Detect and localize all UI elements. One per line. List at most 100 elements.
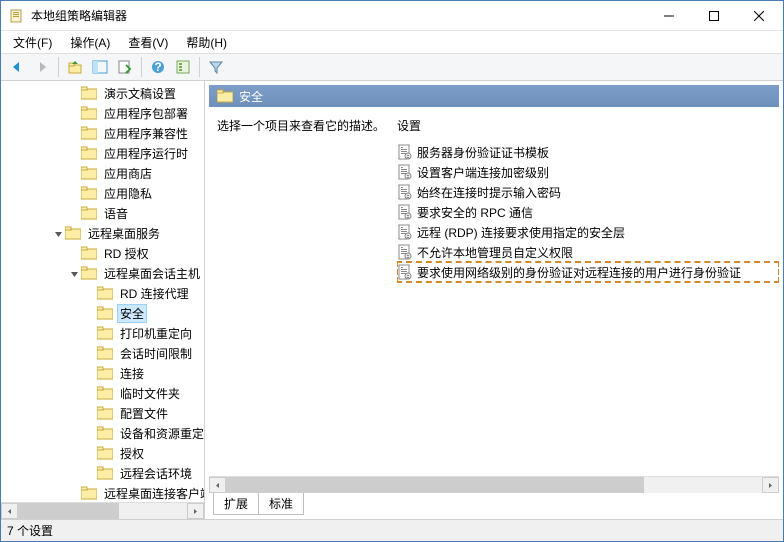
folder-icon — [97, 306, 113, 320]
scroll-track[interactable] — [18, 503, 187, 519]
tree-item[interactable]: 连接 — [1, 363, 204, 383]
menu-view[interactable]: 查看(V) — [120, 32, 176, 53]
detail-hscroll[interactable] — [209, 476, 779, 493]
tab-extended[interactable]: 扩展 — [213, 493, 259, 515]
expander-placeholder — [67, 206, 81, 220]
menu-file[interactable]: 文件(F) — [5, 32, 60, 53]
maximize-button[interactable] — [691, 1, 736, 30]
tree-item[interactable]: RD 授权 — [1, 243, 204, 263]
up-button[interactable] — [63, 55, 87, 79]
window-title: 本地组策略编辑器 — [31, 7, 646, 24]
tree-item[interactable]: 远程会话环境 — [1, 463, 204, 483]
close-button[interactable] — [736, 1, 781, 30]
folder-icon — [81, 86, 97, 100]
detail-pane: 安全 选择一个项目来查看它的描述。 设置 服务器身份验证证书模板设置客户端连接加… — [205, 81, 783, 519]
folder-icon — [81, 486, 97, 500]
menu-action[interactable]: 操作(A) — [62, 32, 118, 53]
expander-placeholder — [67, 86, 81, 100]
tree-item[interactable]: 远程桌面连接客户端 — [1, 483, 204, 503]
folder-icon — [97, 286, 113, 300]
tree-item-label: 应用程序包部署 — [101, 105, 191, 122]
expander-placeholder — [67, 486, 81, 500]
app-icon — [9, 8, 25, 24]
folder-icon — [97, 386, 113, 400]
tree-item[interactable]: 远程桌面服务 — [1, 223, 204, 243]
scroll-right-icon[interactable] — [187, 503, 204, 519]
chevron-down-icon[interactable] — [67, 266, 81, 280]
expander-placeholder — [83, 286, 97, 300]
svg-text:?: ? — [154, 60, 161, 74]
detail-header: 安全 — [209, 85, 779, 107]
forward-button[interactable] — [30, 55, 54, 79]
setting-label: 要求使用网络级别的身份验证对远程连接的用户进行身份验证 — [417, 264, 741, 281]
back-button[interactable] — [5, 55, 29, 79]
tree-item[interactable]: 远程桌面会话主机 — [1, 263, 204, 283]
expander-placeholder — [83, 306, 97, 320]
tree-item[interactable]: 配置文件 — [1, 403, 204, 423]
settings-list[interactable]: 服务器身份验证证书模板设置客户端连接加密级别始终在连接时提示输入密码要求安全的 … — [397, 142, 779, 282]
settings-column: 设置 服务器身份验证证书模板设置客户端连接加密级别始终在连接时提示输入密码要求安… — [397, 117, 779, 476]
tree-item[interactable]: RD 连接代理 — [1, 283, 204, 303]
tree-item-label: RD 连接代理 — [117, 285, 192, 302]
setting-item[interactable]: 不允许本地管理员自定义权限 — [397, 242, 779, 262]
tree-item[interactable]: 会话时间限制 — [1, 343, 204, 363]
tree-item-label: 远程会话环境 — [117, 465, 195, 482]
minimize-button[interactable] — [646, 1, 691, 30]
export-list-button[interactable] — [113, 55, 137, 79]
folder-icon — [81, 266, 97, 280]
properties-button[interactable] — [171, 55, 195, 79]
tree-item[interactable]: 授权 — [1, 443, 204, 463]
folder-icon — [81, 186, 97, 200]
expander-placeholder — [83, 406, 97, 420]
tab-standard[interactable]: 标准 — [258, 493, 304, 515]
description-text: 选择一个项目来查看它的描述。 — [217, 119, 385, 133]
scroll-left-icon[interactable] — [1, 503, 18, 519]
folder-icon — [97, 446, 113, 460]
tree-item[interactable]: 安全 — [1, 303, 204, 323]
menu-help[interactable]: 帮助(H) — [178, 32, 235, 53]
folder-icon — [81, 206, 97, 220]
expander-placeholder — [67, 146, 81, 160]
scroll-track[interactable] — [226, 477, 762, 493]
scroll-left-icon[interactable] — [209, 477, 226, 493]
tree[interactable]: 演示文稿设置应用程序包部署应用程序兼容性应用程序运行时应用商店应用隐私语音远程桌… — [1, 81, 204, 503]
show-hide-tree-button[interactable] — [88, 55, 112, 79]
tree-item[interactable]: 设备和资源重定向 — [1, 423, 204, 443]
tree-item[interactable]: 应用商店 — [1, 163, 204, 183]
toolbar-separator — [141, 57, 142, 77]
detail-tabs: 扩展 标准 — [209, 493, 779, 515]
tree-item[interactable]: 临时文件夹 — [1, 383, 204, 403]
tree-item-label: 远程桌面服务 — [85, 225, 163, 242]
setting-item[interactable]: 要求安全的 RPC 通信 — [397, 202, 779, 222]
setting-item[interactable]: 服务器身份验证证书模板 — [397, 142, 779, 162]
tree-item[interactable]: 应用程序运行时 — [1, 143, 204, 163]
scroll-thumb[interactable] — [18, 503, 119, 519]
scroll-right-icon[interactable] — [762, 477, 779, 493]
setting-item[interactable]: 要求使用网络级别的身份验证对远程连接的用户进行身份验证 — [397, 262, 779, 282]
expander-placeholder — [83, 346, 97, 360]
tree-item[interactable]: 打印机重定向 — [1, 323, 204, 343]
scroll-thumb[interactable] — [226, 477, 644, 493]
setting-item[interactable]: 始终在连接时提示输入密码 — [397, 182, 779, 202]
setting-item[interactable]: 设置客户端连接加密级别 — [397, 162, 779, 182]
expander-placeholder — [83, 446, 97, 460]
policy-icon — [397, 244, 413, 260]
setting-label: 设置客户端连接加密级别 — [417, 164, 549, 181]
tree-hscroll[interactable] — [1, 502, 204, 519]
expander-placeholder — [67, 126, 81, 140]
tree-item-label: 授权 — [117, 445, 147, 462]
chevron-down-icon[interactable] — [51, 226, 65, 240]
tree-item[interactable]: 语音 — [1, 203, 204, 223]
setting-item[interactable]: 远程 (RDP) 连接要求使用指定的安全层 — [397, 222, 779, 242]
tree-item[interactable]: 应用程序兼容性 — [1, 123, 204, 143]
folder-icon — [81, 126, 97, 140]
policy-icon — [397, 144, 413, 160]
tree-item[interactable]: 应用程序包部署 — [1, 103, 204, 123]
tree-item[interactable]: 演示文稿设置 — [1, 83, 204, 103]
folder-icon — [81, 106, 97, 120]
help-button[interactable]: ? — [146, 55, 170, 79]
detail-header-title: 安全 — [239, 88, 263, 105]
tree-item[interactable]: 应用隐私 — [1, 183, 204, 203]
tree-item-label: 远程桌面会话主机 — [101, 265, 203, 282]
filter-button[interactable] — [204, 55, 228, 79]
